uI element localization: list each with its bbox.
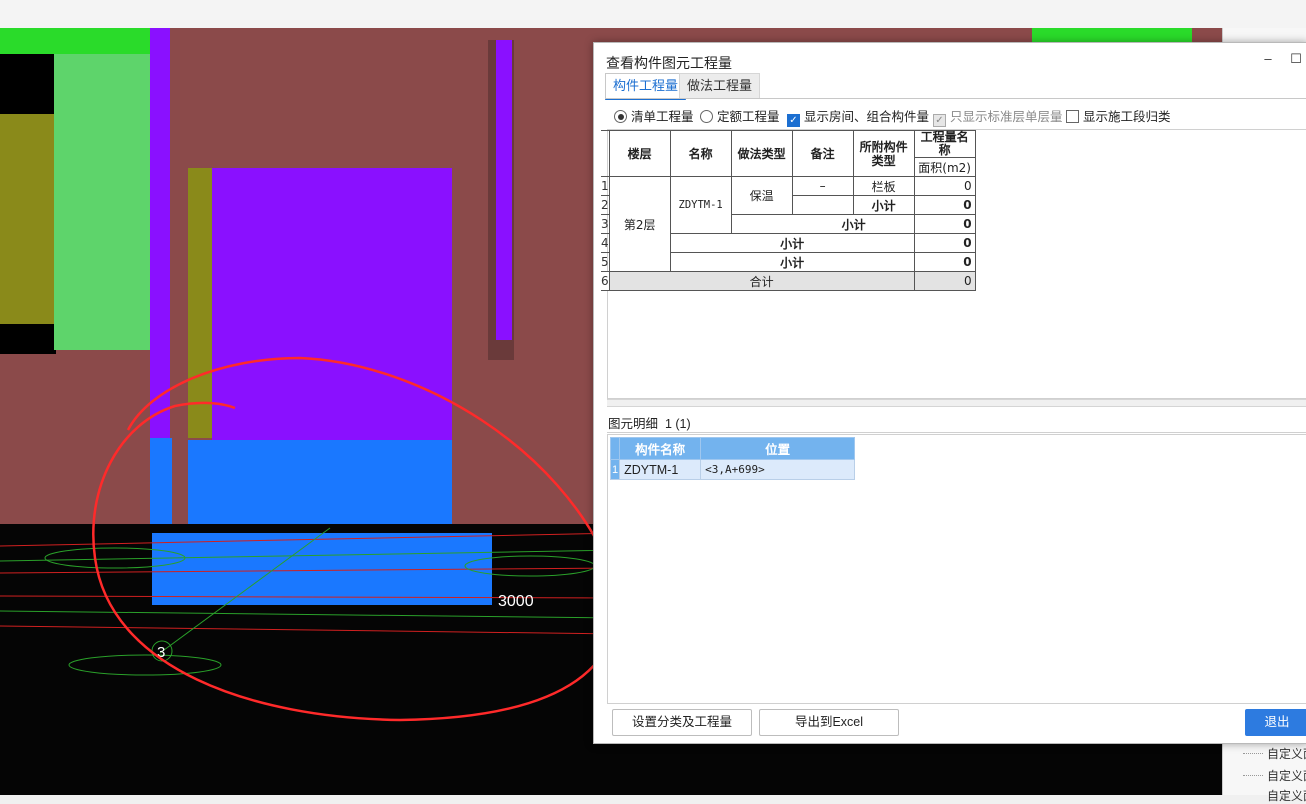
checkbox-label: 显示房间、组合构件量	[804, 110, 930, 124]
tree-connector	[1243, 753, 1263, 754]
row-number: 1	[609, 459, 621, 480]
cell-method[interactable]: 保温	[730, 176, 793, 215]
detail-divider	[607, 432, 1306, 433]
header-attached-type[interactable]: 所附构件类型	[852, 130, 915, 177]
detail-label: 图元明细	[608, 417, 659, 431]
header-name[interactable]: 名称	[669, 130, 732, 177]
cell-value[interactable]: 0	[913, 214, 976, 234]
exit-button[interactable]: 退出	[1245, 709, 1306, 736]
header-method-type[interactable]: 做法类型	[730, 130, 793, 177]
row-number: 5	[601, 252, 610, 272]
cell-subtotal[interactable]: 小计	[669, 252, 915, 272]
green-wall-panel	[54, 54, 152, 350]
row-number: 3	[601, 214, 610, 234]
tab-divider	[605, 98, 1306, 99]
olive-column	[188, 168, 212, 438]
maximize-button[interactable]: ☐	[1286, 51, 1306, 67]
radio-empty-icon	[700, 110, 713, 123]
header-floor[interactable]: 楼层	[608, 130, 671, 177]
row-number: 4	[601, 233, 610, 253]
quantity-table-panel: 楼层 名称 做法类型 备注 所附构件类型 工程量名称 面积(m2) 1 第2层 …	[601, 129, 1306, 399]
header-component-name[interactable]: 构件名称	[619, 437, 702, 460]
purple-column-right	[496, 40, 512, 340]
cell-value[interactable]: 0	[913, 176, 976, 196]
tree-connector	[1243, 775, 1263, 776]
tree-item[interactable]: 自定义面	[1267, 787, 1306, 804]
checkbox-empty-icon	[1066, 110, 1079, 123]
cell-component-name[interactable]: ZDYTM-1	[619, 459, 702, 480]
quantity-table: 楼层 名称 做法类型 备注 所附构件类型 工程量名称 面积(m2) 1 第2层 …	[601, 130, 976, 291]
cell-value[interactable]: 0	[913, 271, 976, 291]
cell-remark-empty	[791, 195, 854, 215]
radio-label: 清单工程量	[631, 110, 694, 124]
row-number: 1	[601, 176, 610, 196]
cell-value[interactable]: 0	[913, 233, 976, 253]
header-area[interactable]: 面积(m2)	[913, 157, 976, 177]
olive-wall-left	[0, 114, 54, 324]
radio-label: 定额工程量	[717, 110, 780, 124]
component-quantity-dialog: 查看构件图元工程量 – ☐ 构件工程量 做法工程量 清单工程量 定额工程量 ✓ 显…	[593, 42, 1306, 744]
panel-splitter[interactable]	[607, 399, 1306, 407]
export-excel-button[interactable]: 导出到Excel	[759, 709, 899, 736]
header-position[interactable]: 位置	[700, 437, 856, 460]
radio-quota-quantity[interactable]: 定额工程量	[700, 108, 780, 126]
detail-table: 构件名称 位置 1 ZDYTM-1 <3,A+699>	[609, 437, 856, 480]
cell-value[interactable]: 0	[913, 195, 976, 215]
cell-position[interactable]: <3,A+699>	[700, 459, 856, 480]
radio-bill-quantity[interactable]: 清单工程量	[614, 108, 694, 126]
tab-component-quantity[interactable]: 构件工程量	[605, 73, 687, 100]
corner-cell	[609, 437, 621, 460]
cell-name[interactable]: ZDYTM-1	[669, 176, 732, 234]
cell-attached[interactable]: 栏板	[852, 176, 915, 196]
green-beam-top	[0, 28, 152, 54]
tree-item[interactable]: 自定义面	[1267, 745, 1306, 762]
cell-total[interactable]: 合计	[608, 271, 915, 291]
dialog-title: 查看构件图元工程量	[606, 55, 732, 71]
header-remark[interactable]: 备注	[791, 130, 854, 177]
cell-floor[interactable]: 第2层	[608, 176, 671, 272]
row-number: 6	[601, 271, 610, 291]
cell-subtotal[interactable]: 小计	[669, 233, 915, 253]
checkbox-construction-section[interactable]: 显示施工段归类	[1066, 108, 1171, 126]
tree-item[interactable]: 自定义面	[1267, 767, 1306, 784]
checkbox-std-floor: ✓ 只显示标准层单层量	[933, 108, 1063, 127]
dimension-label: 3000	[498, 593, 534, 610]
detail-table-panel: 构件名称 位置 1 ZDYTM-1 <3,A+699>	[607, 434, 1306, 704]
checkbox-show-room[interactable]: ✓ 显示房间、组合构件量	[787, 108, 930, 127]
header-qty-name[interactable]: 工程量名称	[913, 130, 976, 158]
minimize-button[interactable]: –	[1258, 51, 1278, 66]
cell-remark[interactable]: –	[791, 176, 854, 196]
set-classification-button[interactable]: 设置分类及工程量	[612, 709, 752, 736]
tab-method-quantity[interactable]: 做法工程量	[679, 73, 761, 99]
cell-subtotal[interactable]: 小计	[852, 195, 915, 215]
detail-section-label: 图元明细 1 (1)	[608, 413, 691, 432]
top-toolbar	[0, 0, 1306, 29]
checkbox-label: 显示施工段归类	[1083, 110, 1171, 124]
blue-wall-block	[188, 440, 452, 526]
cell-value[interactable]: 0	[913, 252, 976, 272]
radio-selected-icon	[614, 110, 627, 123]
checkbox-disabled-icon: ✓	[933, 114, 946, 127]
purple-wall-block	[212, 168, 452, 443]
row-number: 2	[601, 195, 610, 215]
checkbox-label: 只显示标准层单层量	[950, 110, 1063, 124]
detail-count: 1 (1)	[664, 417, 691, 431]
checkbox-checked-icon: ✓	[787, 114, 800, 127]
cell-subtotal[interactable]: 小计	[730, 214, 915, 234]
